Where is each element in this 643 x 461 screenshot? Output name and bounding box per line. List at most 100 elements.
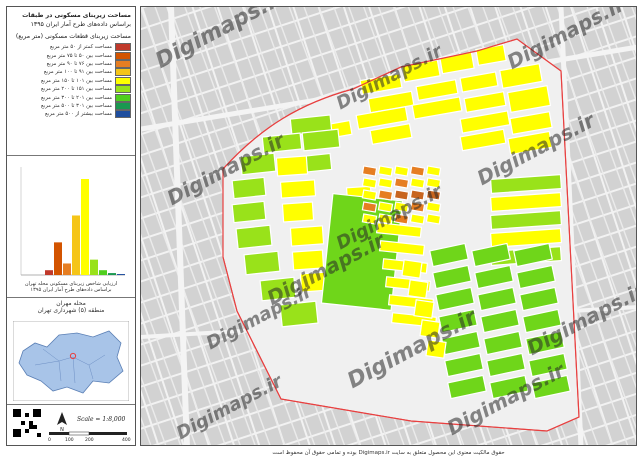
divider (7, 155, 135, 156)
parcel-block (361, 213, 378, 225)
copyright-footer: حقوق مالکیت معنوی این محصول متعلق به سای… (272, 450, 505, 456)
locator-title: محله مهران (56, 300, 86, 307)
legend-item: مساحت بین ۱۰۱ تا ۱۵۰ متر مربع (11, 76, 131, 85)
legend-swatch (115, 59, 131, 68)
parcel-block (361, 177, 378, 189)
histogram-caption-secondary: براساس داده‌های طرح آمار ایران ۱۳۹۵ (30, 287, 112, 293)
parcel-block (259, 276, 297, 302)
parcel-block (393, 177, 410, 189)
parcel-block (243, 250, 281, 276)
map-sheet: مساحت زیربنای مسکونی در طبقات براساس داد… (0, 0, 643, 461)
scale-tick-label: 0 (48, 438, 51, 443)
parcel-block (409, 165, 426, 177)
legend-subtitle: مساحت زیربنای قطعات مسکونی (متر مربع) (15, 33, 131, 40)
histogram-bar (72, 215, 80, 275)
parcel-block (281, 201, 315, 223)
parcel-block (235, 224, 273, 250)
parcel-block (361, 189, 378, 201)
legend-swatch (115, 51, 131, 60)
map-canvas[interactable]: Digimaps.ir Digimaps.ir Digimaps.ir Digimap… (140, 6, 637, 446)
histogram-bar (117, 274, 125, 275)
parcel-block (393, 201, 410, 213)
map-sidebar: مساحت زیربنای مسکونی در طبقات براساس داد… (6, 6, 136, 446)
histogram-chart (20, 167, 125, 276)
legend: مساحت کمتر از ۵۰ متر مربع مساحت بین ۵۰ تا… (11, 43, 131, 119)
legend-swatch (115, 76, 131, 85)
locator-subtitle: منطقه (۵) شهرداری تهران (37, 307, 105, 314)
parcel-block (425, 339, 447, 359)
parcel-block (239, 152, 277, 176)
histogram-bar (81, 179, 89, 275)
parcel-block (425, 189, 442, 201)
histogram-bar (54, 242, 62, 275)
histogram-bar (99, 270, 107, 275)
legend-label: مساحت کمتر از ۵۰ متر مربع (49, 44, 112, 51)
legend-swatch (115, 101, 131, 110)
legend-label: مساحت بین ۹۱ تا ۱۰۰ متر مربع (43, 69, 112, 76)
parcel-block (425, 213, 442, 225)
legend-label: مساحت بین ۲۰۱ تا ۳۰۰ متر مربع (41, 94, 112, 101)
parcel-block (401, 259, 423, 279)
histogram-bar (45, 270, 53, 275)
histogram-bar (63, 263, 71, 275)
parcel-block (393, 189, 410, 201)
parcel-block (425, 165, 442, 177)
parcel-block (419, 319, 441, 339)
legend-item: مساحت کمتر از ۵۰ متر مربع (11, 43, 131, 52)
parcel-block (279, 179, 317, 199)
scale-tick-label: 400 (122, 438, 131, 443)
parcel-block (407, 279, 429, 299)
map-title-secondary: براساس داده‌های طرح آمار ایران ۱۳۹۵ (30, 21, 131, 28)
legend-item: مساحت بین ۳۰۱ تا ۵۰۰ متر مربع (11, 101, 131, 110)
qr-code (13, 409, 41, 437)
legend-label: مساحت بین ۳۰۱ تا ۵۰۰ متر مربع (41, 102, 112, 109)
parcel-block (393, 165, 410, 177)
parcel-block (409, 177, 426, 189)
parcel-block (361, 201, 378, 213)
scale-tick-label: 100 (65, 438, 74, 443)
neighbourhood-map (141, 7, 636, 445)
histogram-bar (90, 259, 98, 275)
legend-label: مساحت بین ۷۶ تا ۹۰ متر مربع (46, 60, 112, 67)
parcel-block (377, 201, 394, 213)
parcel-block (231, 200, 267, 224)
parcel-block (261, 132, 303, 154)
parcel-block (291, 249, 325, 271)
legend-item: مساحت بین ۵۰ تا ۷۵ متر مربع (11, 51, 131, 60)
legend-swatch (115, 93, 131, 102)
divider (7, 404, 135, 405)
parcel-block (279, 300, 319, 328)
parcel-block (413, 299, 435, 319)
legend-label: مساحت بین ۱۵۱ تا ۲۰۰ متر مربع (41, 86, 112, 93)
legend-item: مساحت بین ۲۰۱ تا ۳۰۰ متر مربع (11, 93, 131, 102)
legend-item: مساحت بین ۹۱ تا ۱۰۰ متر مربع (11, 68, 131, 77)
legend-item: مساحت بیشتر از ۵۰۰ متر مربع (11, 110, 131, 119)
parcel-block (377, 177, 394, 189)
legend-item: مساحت بین ۱۵۱ تا ۲۰۰ متر مربع (11, 85, 131, 94)
parcel-block (377, 165, 394, 177)
legend-swatch (115, 110, 131, 119)
legend-label: مساحت بین ۵۰ تا ۷۵ متر مربع (46, 52, 112, 59)
histogram-bar (108, 273, 116, 275)
legend-swatch (115, 43, 131, 52)
legend-label: مساحت بین ۱۰۱ تا ۱۵۰ متر مربع (41, 77, 112, 84)
legend-item: مساحت بین ۷۶ تا ۹۰ متر مربع (11, 59, 131, 68)
parcel-block (425, 177, 442, 189)
north-arrow-icon: N (57, 412, 67, 431)
legend-swatch (115, 85, 131, 94)
parcel-block (393, 213, 410, 225)
parcel-block (231, 176, 267, 200)
legend-swatch (115, 68, 131, 77)
map-title: مساحت زیربنای مسکونی در طبقات (22, 12, 131, 19)
locator-map (13, 321, 129, 401)
parcel-block (275, 155, 309, 177)
legend-label: مساحت بیشتر از ۵۰۰ متر مربع (45, 111, 112, 118)
parcel-block (409, 213, 426, 225)
scale-text: Scale = 1:8,000 (77, 416, 126, 423)
parcel-block (425, 201, 442, 213)
parcel-block (377, 189, 394, 201)
parcel-block (289, 225, 325, 247)
scale-tick-label: 200 (85, 438, 94, 443)
parcel-block (361, 165, 378, 177)
parcel-block (409, 201, 426, 213)
